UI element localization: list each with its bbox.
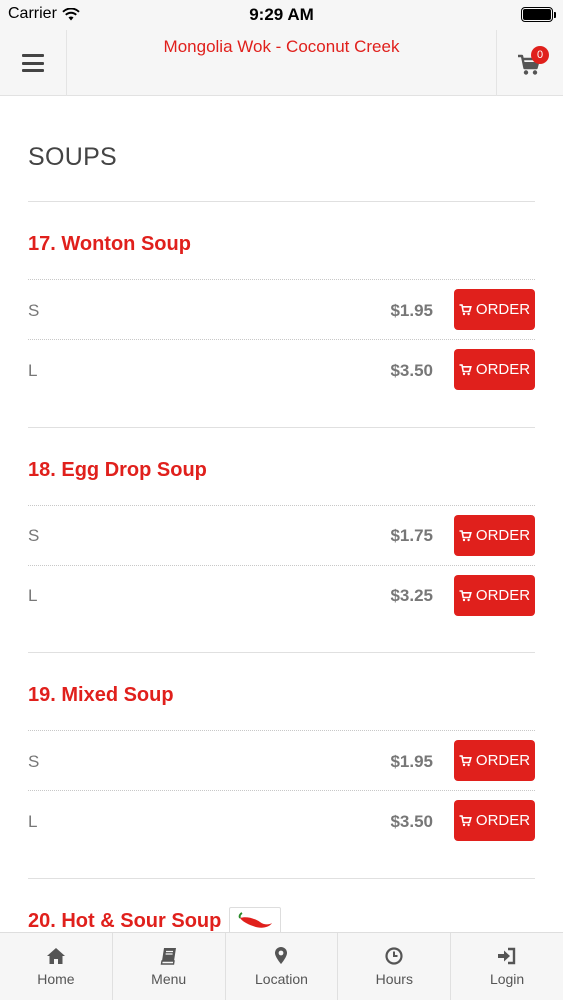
size-label: L [28,361,38,380]
nav-menu[interactable]: Menu [113,933,226,1000]
size-label: L [28,812,38,831]
cart-icon [459,363,472,375]
size-label: L [28,586,38,605]
divider [28,790,535,791]
login-icon [498,947,516,964]
item-title-row: 20. Hot & Sour Soup [28,907,282,932]
status-bar: Carrier 9:29 AM [0,0,563,30]
divider [28,339,535,340]
cart-button[interactable]: 0 [496,30,563,96]
price: $3.50 [390,812,433,831]
cart-icon [459,303,472,315]
divider [28,565,535,566]
price: $1.75 [390,526,433,545]
nav-hours[interactable]: Hours [338,933,452,1000]
order-button-label: ORDER [475,361,531,378]
item-title: 18. Egg Drop Soup [28,459,207,481]
page-title: Mongolia Wok - Coconut Creek [163,37,400,56]
book-icon [160,947,176,965]
map-pin-icon [275,947,288,964]
price: $1.95 [390,301,433,320]
order-button[interactable]: ORDER [454,575,535,616]
cart-count-badge: 0 [531,46,549,64]
app-header: Mongolia Wok - Coconut Creek 0 [0,30,563,96]
order-button[interactable]: ORDER [454,800,535,841]
status-time: 9:29 AM [249,5,314,24]
price: $3.50 [390,361,433,380]
size-label: S [28,526,40,545]
size-label: S [28,301,40,320]
item-divider [28,652,535,653]
item-divider [28,878,535,879]
item-title: 20. Hot & Sour Soup [28,909,222,932]
item-divider [28,427,535,428]
clock-icon [385,946,403,965]
nav-location[interactable]: Location [226,933,339,1000]
order-button-label: ORDER [475,587,531,604]
menu-content: SOUPS 17. Wonton Soup S $1.95 ORDER L $3… [0,97,563,932]
size-label: S [28,752,40,771]
chili-pepper-icon [229,907,282,932]
nav-home[interactable]: Home [0,933,113,1000]
item-title: 17. Wonton Soup [28,233,191,255]
divider [28,730,535,731]
bottom-nav: Home Menu Location Hours Login [0,932,563,1000]
order-button-label: ORDER [475,752,531,769]
nav-menu-label: Menu [151,970,187,987]
price: $1.95 [390,752,433,771]
price: $3.25 [390,586,433,605]
order-button[interactable]: ORDER [454,289,535,330]
order-button-label: ORDER [475,301,531,318]
nav-login[interactable]: Login [451,933,563,1000]
section-divider [28,201,535,202]
divider [28,505,535,506]
battery-icon [521,7,556,22]
section-title: SOUPS [28,143,118,171]
item-title: 19. Mixed Soup [28,684,174,706]
nav-location-label: Location [255,971,308,987]
nav-hours-label: Hours [375,970,413,987]
nav-login-label: Login [489,970,525,987]
nav-home-label: Home [37,970,75,987]
cart-icon [459,589,472,601]
divider [28,279,535,280]
hamburger-icon [22,54,44,72]
order-button-label: ORDER [475,812,531,829]
cart-icon [459,529,472,541]
order-button-label: ORDER [475,527,531,544]
menu-button[interactable] [0,30,67,96]
order-button[interactable]: ORDER [454,349,535,390]
home-icon [46,947,65,964]
order-button[interactable]: ORDER [454,740,535,781]
order-button[interactable]: ORDER [454,515,535,556]
cart-icon [459,754,472,766]
cart-icon [459,814,472,826]
